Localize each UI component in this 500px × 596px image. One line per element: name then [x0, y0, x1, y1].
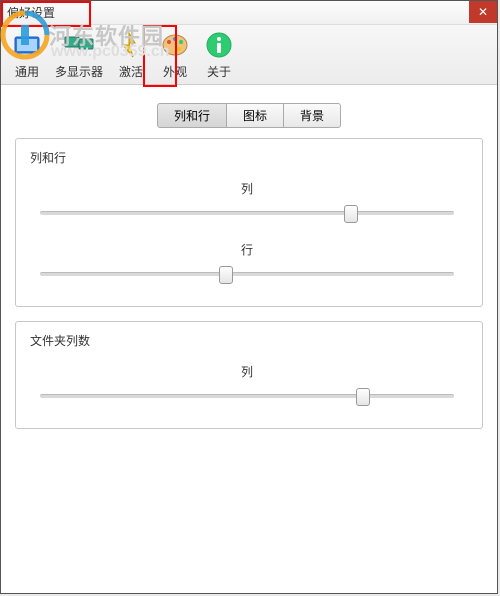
toolbar-appearance[interactable]: 外观 [153, 27, 197, 82]
columns-slider[interactable] [40, 203, 454, 223]
sub-tabs: 列和行 图标 背景 [15, 103, 483, 128]
tab-background[interactable]: 背景 [283, 103, 341, 128]
slider-track [40, 394, 454, 398]
close-button[interactable]: ✕ [469, 1, 497, 23]
slider-thumb[interactable] [344, 205, 358, 223]
slider-row-columns: 列 [30, 180, 464, 223]
toolbar-activate[interactable]: 激活 [109, 27, 153, 82]
rows-slider[interactable] [40, 264, 454, 284]
general-icon [11, 29, 43, 61]
slider-track [40, 272, 454, 276]
slider-thumb[interactable] [219, 266, 233, 284]
folder-columns-slider[interactable] [40, 386, 454, 406]
panel-columns-rows: 列和行 列 行 [15, 138, 483, 307]
panel-folder-columns: 文件夹列数 列 [15, 321, 483, 429]
slider-thumb[interactable] [356, 388, 370, 406]
toolbar-label: 关于 [207, 63, 231, 80]
slider-label: 列 [30, 180, 464, 197]
displays-icon [63, 29, 95, 61]
activate-icon [115, 29, 147, 61]
toolbar: 通用 多显示器 激活 外观 [1, 25, 497, 85]
panel-title: 文件夹列数 [30, 332, 464, 349]
preferences-window: 偏好设置 ✕ 通用 多显示器 激活 [0, 0, 498, 594]
appearance-icon [159, 29, 191, 61]
toolbar-general[interactable]: 通用 [5, 27, 49, 82]
slider-label: 行 [30, 241, 464, 258]
slider-track [40, 211, 454, 215]
close-icon: ✕ [478, 5, 488, 19]
toolbar-displays[interactable]: 多显示器 [49, 27, 109, 82]
content-area: 列和行 图标 背景 列和行 列 行 文件夹列数 [1, 85, 497, 593]
slider-row-folder-columns: 列 [30, 363, 464, 406]
toolbar-label: 外观 [163, 63, 187, 80]
toolbar-about[interactable]: 关于 [197, 27, 241, 82]
tab-columns-rows[interactable]: 列和行 [157, 103, 227, 128]
panel-title: 列和行 [30, 149, 464, 166]
about-icon [203, 29, 235, 61]
toolbar-label: 多显示器 [55, 63, 103, 80]
tab-icons[interactable]: 图标 [226, 103, 284, 128]
slider-row-rows: 行 [30, 241, 464, 284]
window-title: 偏好设置 [7, 4, 55, 21]
slider-label: 列 [30, 363, 464, 380]
titlebar: 偏好设置 ✕ [1, 1, 497, 25]
toolbar-label: 激活 [119, 63, 143, 80]
toolbar-label: 通用 [15, 63, 39, 80]
